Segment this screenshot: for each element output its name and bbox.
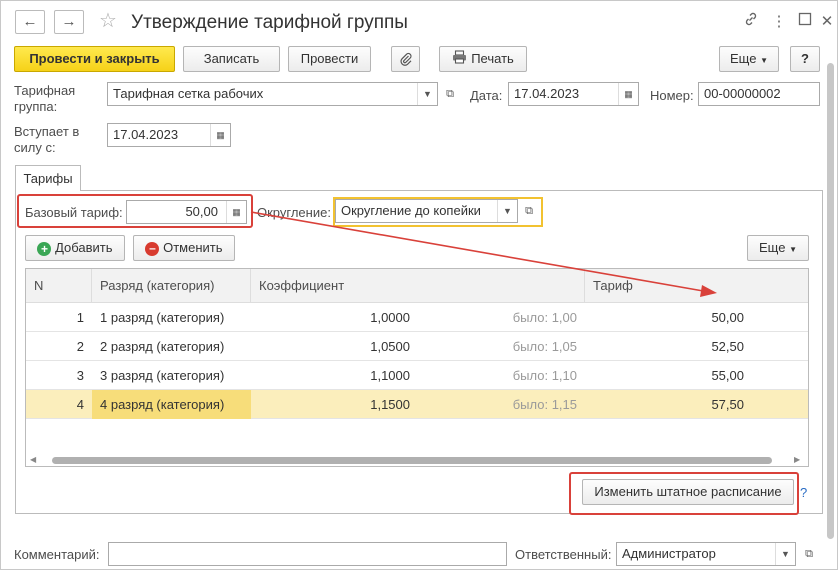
help-icon[interactable]: ?	[800, 485, 807, 501]
document-window: ← → ☆ Утверждение тарифной группы ⋮ ✕ Пр…	[0, 0, 838, 570]
comment-field[interactable]	[108, 542, 507, 566]
comment-label: Комментарий:	[14, 547, 100, 562]
change-staffing-highlight	[569, 472, 799, 515]
vertical-scrollbar[interactable]	[827, 63, 835, 563]
responsible-field[interactable]: Администратор ▼	[616, 542, 796, 566]
dropdown-arrow-icon[interactable]: ▼	[775, 543, 795, 565]
responsible-label: Ответственный:	[515, 547, 612, 562]
responsible-value: Администратор	[622, 546, 716, 561]
vertical-scrollbar-thumb[interactable]	[827, 63, 834, 539]
open-form-icon[interactable]: ⧉	[800, 543, 818, 565]
